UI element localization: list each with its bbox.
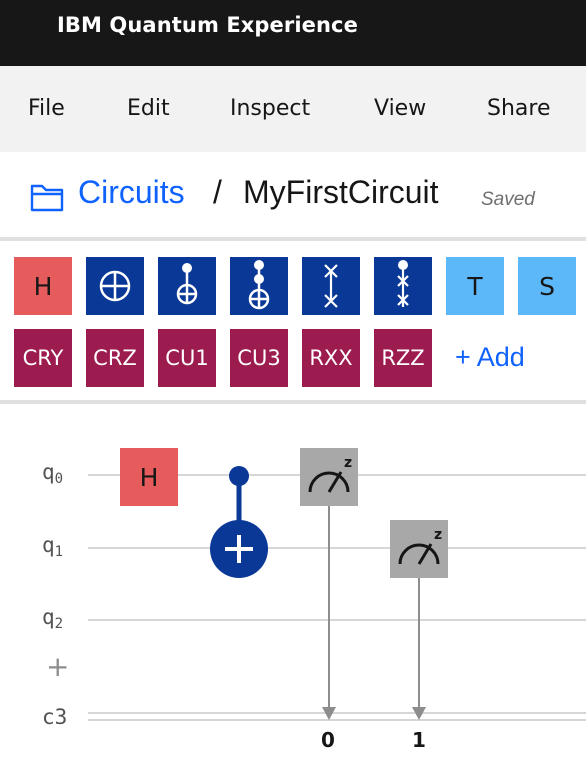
gate-cnot[interactable] [86, 257, 144, 315]
gate-h-label: H [33, 271, 53, 301]
gate-cu1-label: CU1 [165, 346, 209, 370]
gate-cry[interactable]: CRY [14, 329, 72, 387]
cswap-icon [397, 260, 409, 307]
gate-cu3-label: CU3 [237, 346, 281, 370]
placed-cnot-gate[interactable] [205, 460, 275, 585]
gate-cry-label: CRY [22, 346, 64, 370]
add-gate-link[interactable]: + Add [455, 342, 525, 373]
breadcrumb: Circuits / MyFirstCircuit Saved [0, 152, 586, 238]
save-status: Saved [481, 189, 535, 210]
circuit-name[interactable]: MyFirstCircuit [243, 174, 439, 211]
measure-line-1 [412, 576, 426, 720]
gate-controlled-x[interactable] [158, 257, 216, 315]
wire-label-q0: q0 [42, 460, 63, 487]
menu-view[interactable]: View [374, 96, 426, 121]
gate-s-label: S [539, 271, 555, 301]
circuit-canvas[interactable]: q0 q1 q2 + c3 H z z 0 1 [0, 404, 586, 772]
wire-index: 0 [54, 471, 64, 487]
meter-icon: z [398, 527, 442, 565]
gate-cswap[interactable] [374, 257, 432, 315]
gate-palette: H T S CRY CRZ CU1 CU3 RXX RZZ + Add [0, 242, 586, 400]
placed-h-gate[interactable]: H [120, 448, 178, 506]
meter-icon: z [308, 455, 352, 493]
gate-rzz-label: RZZ [381, 346, 425, 370]
gate-t[interactable]: T [446, 257, 504, 315]
gate-crz[interactable]: CRZ [86, 329, 144, 387]
gate-swap[interactable] [302, 257, 360, 315]
gate-cu1[interactable]: CU1 [158, 329, 216, 387]
wire-index: 1 [54, 544, 64, 560]
wire-prefix: q [42, 605, 55, 629]
measure-gate-q1[interactable]: z [390, 520, 448, 578]
breadcrumb-circuits-link[interactable]: Circuits [78, 174, 185, 211]
wire-label-q2: q2 [42, 605, 63, 632]
menu-edit[interactable]: Edit [127, 96, 170, 121]
swap-icon [324, 264, 338, 308]
gate-rzz[interactable]: RZZ [374, 329, 432, 387]
wire-prefix: q [42, 460, 55, 484]
gate-crz-label: CRZ [93, 346, 137, 370]
gate-h[interactable]: H [14, 257, 72, 315]
gate-rxx-label: RXX [309, 346, 353, 370]
menu-file[interactable]: File [28, 96, 65, 121]
measure-basis: z [344, 455, 352, 471]
divider-top [0, 237, 586, 241]
folder-icon [30, 184, 64, 212]
measure-gate-q0[interactable]: z [300, 448, 358, 506]
app-header: IBM Quantum Experience [0, 0, 586, 66]
breadcrumb-separator: / [213, 174, 222, 210]
wire-prefix: q [42, 533, 55, 557]
classical-bit-1: 1 [412, 728, 426, 752]
add-wire-button[interactable]: + [46, 650, 69, 683]
gate-s[interactable]: S [518, 257, 576, 315]
menu-share[interactable]: Share [487, 96, 551, 121]
gate-t-label: T [467, 271, 483, 301]
app-title: IBM Quantum Experience [57, 13, 358, 37]
gate-toffoli[interactable] [230, 257, 288, 315]
wire-label-c3: c3 [42, 705, 68, 729]
measure-line-0 [322, 504, 336, 720]
menu-inspect[interactable]: Inspect [230, 96, 310, 121]
gate-cu3[interactable]: CU3 [230, 329, 288, 387]
measure-basis: z [434, 527, 442, 543]
wire-label-q1: q1 [42, 533, 63, 560]
toffoli-icon [248, 260, 270, 310]
cnot-icon [99, 270, 131, 302]
wire-index: 2 [54, 616, 64, 632]
menu-bar: File Edit Inspect View Share [0, 66, 586, 152]
classical-bit-0: 0 [321, 728, 335, 752]
controlled-x-icon [176, 263, 198, 305]
gate-rxx[interactable]: RXX [302, 329, 360, 387]
